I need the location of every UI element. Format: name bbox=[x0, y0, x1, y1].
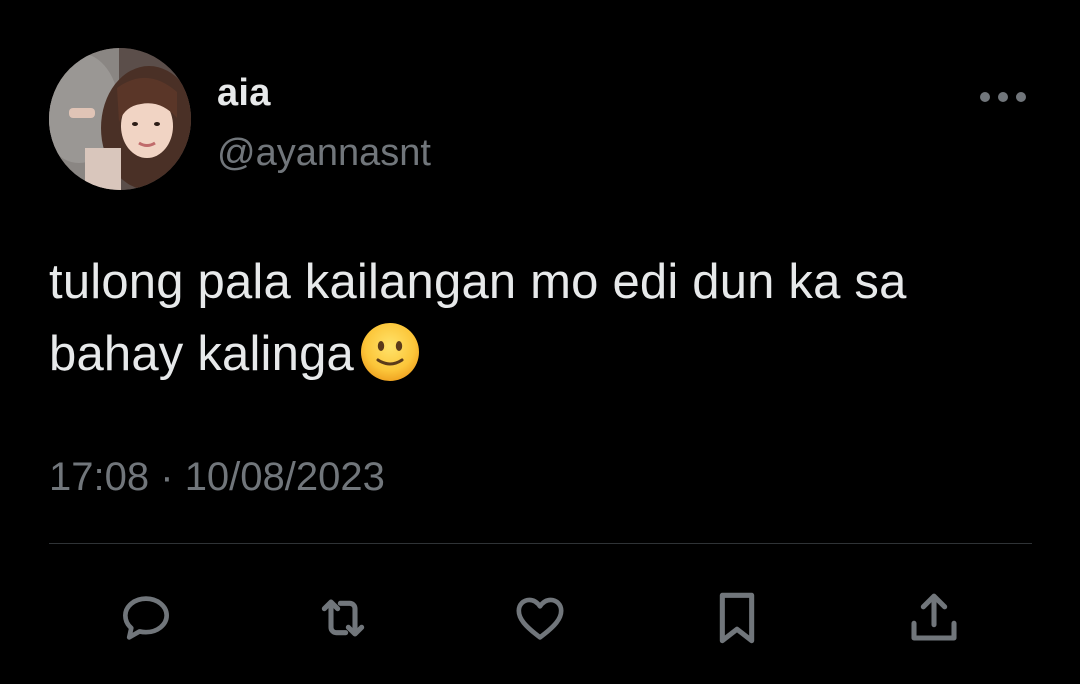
display-name[interactable]: aia bbox=[217, 72, 271, 115]
reply-button[interactable] bbox=[114, 586, 178, 650]
avatar[interactable] bbox=[49, 48, 191, 190]
speech-bubble-icon bbox=[123, 596, 169, 640]
tweet-body: tulong pala kailangan mo edi dun ka sa b… bbox=[49, 255, 907, 381]
like-button[interactable] bbox=[508, 586, 572, 650]
retweet-button[interactable] bbox=[311, 586, 375, 650]
divider bbox=[49, 543, 1032, 544]
tweet-time: 17:08 bbox=[49, 455, 150, 499]
tweet: aia @ayannasnt tulong pala kailangan mo … bbox=[0, 0, 1080, 684]
retweet-icon bbox=[321, 599, 365, 637]
share-icon bbox=[911, 593, 957, 641]
avatar-image bbox=[49, 48, 191, 190]
more-dot-icon bbox=[980, 92, 990, 102]
tweet-text: tulong pala kailangan mo edi dun ka sa b… bbox=[49, 246, 1039, 390]
tweet-timestamp[interactable]: 17:08 · 10/08/2023 bbox=[49, 455, 385, 500]
more-dot-icon bbox=[1016, 92, 1026, 102]
bookmark-icon bbox=[719, 592, 755, 644]
user-handle[interactable]: @ayannasnt bbox=[217, 132, 431, 175]
share-button[interactable] bbox=[902, 586, 966, 650]
bookmark-button[interactable] bbox=[705, 586, 769, 650]
more-options-button[interactable] bbox=[970, 80, 1036, 114]
more-dot-icon bbox=[998, 92, 1008, 102]
slightly-smiling-face-icon bbox=[361, 323, 419, 382]
tweet-date: 10/08/2023 bbox=[184, 455, 385, 499]
timestamp-separator: · bbox=[160, 455, 174, 499]
heart-icon bbox=[516, 597, 564, 640]
